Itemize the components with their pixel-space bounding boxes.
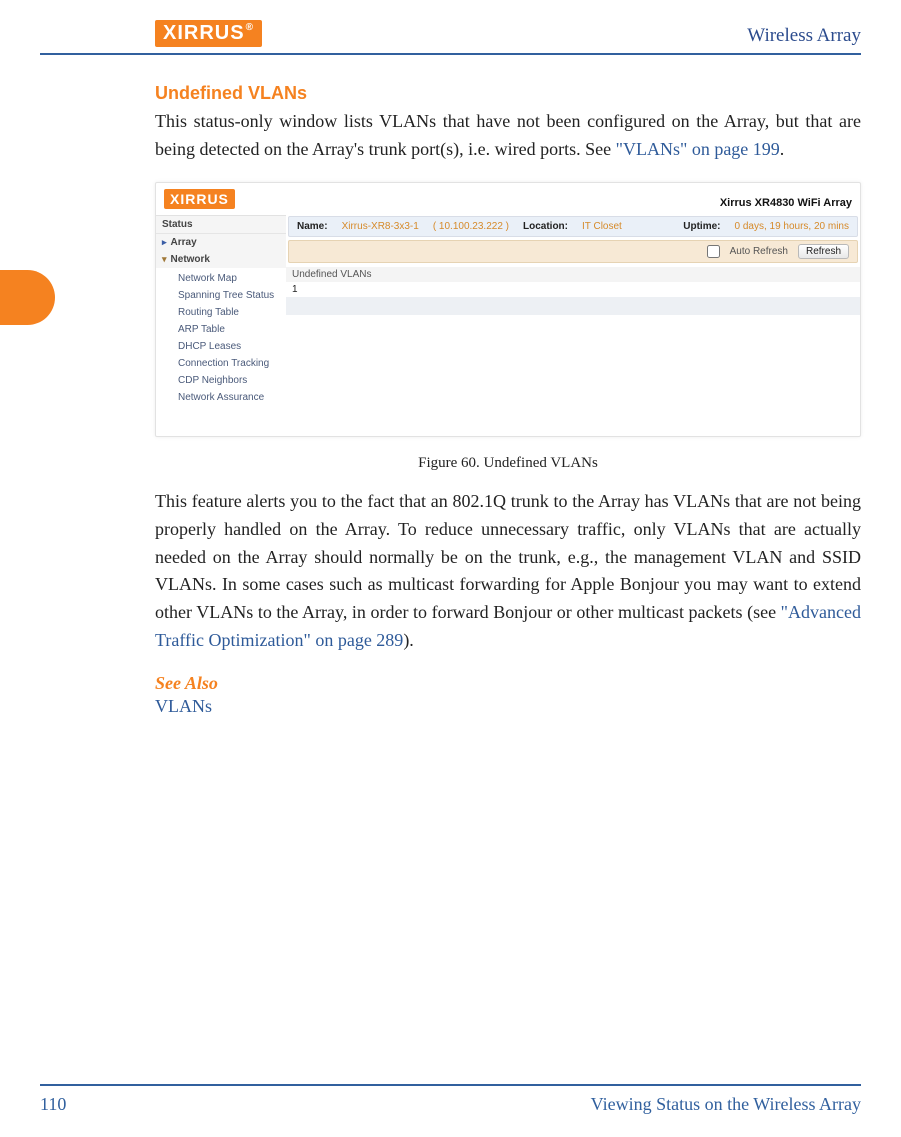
sidebar-item-spanning-tree[interactable]: Spanning Tree Status: [178, 287, 286, 304]
intro-paragraph: This status-only window lists VLANs that…: [155, 108, 861, 164]
nav-sidebar: Status Array Network Network Map Spannin…: [156, 215, 286, 434]
sidebar-item-array[interactable]: Array: [156, 234, 286, 251]
product-name: Wireless Array: [747, 25, 861, 47]
uptime-value: 0 days, 19 hours, 20 mins: [734, 221, 849, 232]
table-row: [286, 297, 860, 315]
uptime-label: Uptime:: [683, 221, 720, 232]
device-model-label: Xirrus XR4830 WiFi Array: [720, 197, 852, 209]
body-text-post: ).: [403, 630, 414, 650]
figure-60: XIRRUS Xirrus XR4830 WiFi Array Status A…: [155, 182, 861, 437]
status-bar: Name: Xirrus-XR8-3x3-1 ( 10.100.23.222 )…: [288, 216, 858, 237]
sidebar-item-dhcp-leases[interactable]: DHCP Leases: [178, 338, 286, 355]
page-footer: 110 Viewing Status on the Wireless Array: [40, 1084, 861, 1115]
sidebar-item-network-assurance[interactable]: Network Assurance: [178, 389, 286, 406]
table-row: 1: [286, 282, 860, 297]
document-page: XIRRUS Wireless Array Undefined VLANs Th…: [0, 0, 901, 1137]
refresh-button[interactable]: Refresh: [798, 244, 849, 259]
figure-caption: Figure 60. Undefined VLANs: [155, 455, 861, 472]
page-header: XIRRUS Wireless Array: [40, 20, 861, 55]
sidebar-item-connection-tracking[interactable]: Connection Tracking: [178, 355, 286, 372]
chapter-title: Viewing Status on the Wireless Array: [591, 1094, 861, 1115]
ip-value: ( 10.100.23.222 ): [433, 221, 509, 232]
table-header: Undefined VLANs: [286, 267, 860, 282]
sidebar-group-status: Status: [156, 215, 286, 234]
sidebar-item-cdp-neighbors[interactable]: CDP Neighbors: [178, 372, 286, 389]
see-also-heading: See Also: [155, 673, 861, 694]
auto-refresh-checkbox[interactable]: [707, 245, 720, 258]
sidebar-item-network-map[interactable]: Network Map: [178, 270, 286, 287]
body-text: This feature alerts you to the fact that…: [155, 491, 861, 623]
location-label: Location:: [523, 221, 568, 232]
body-paragraph: This feature alerts you to the fact that…: [155, 488, 861, 655]
sidebar-item-routing-table[interactable]: Routing Table: [178, 304, 286, 321]
embedded-ui-screenshot: XIRRUS Xirrus XR4830 WiFi Array Status A…: [155, 182, 861, 437]
name-label: Name:: [297, 221, 328, 232]
xirrus-logo-icon: XIRRUS: [155, 20, 262, 47]
sidebar-item-network[interactable]: Network: [156, 251, 286, 268]
name-value: Xirrus-XR8-3x3-1: [342, 221, 419, 232]
auto-refresh-label: Auto Refresh: [730, 246, 788, 257]
sidebar-item-arp-table[interactable]: ARP Table: [178, 321, 286, 338]
see-also-vlans-link[interactable]: VLANs: [155, 696, 861, 717]
section-tab-decoration: [0, 270, 55, 325]
embedded-xirrus-logo-icon: XIRRUS: [164, 189, 235, 209]
intro-text-post: .: [780, 139, 785, 159]
vlans-page-link[interactable]: "VLANs" on page 199: [616, 139, 780, 159]
sidebar-subitems: Network Map Spanning Tree Status Routing…: [178, 270, 286, 406]
toolbar: Auto Refresh Refresh: [288, 240, 858, 263]
location-value: IT Closet: [582, 221, 622, 232]
section-heading: Undefined VLANs: [155, 83, 861, 104]
page-number: 110: [40, 1094, 66, 1115]
